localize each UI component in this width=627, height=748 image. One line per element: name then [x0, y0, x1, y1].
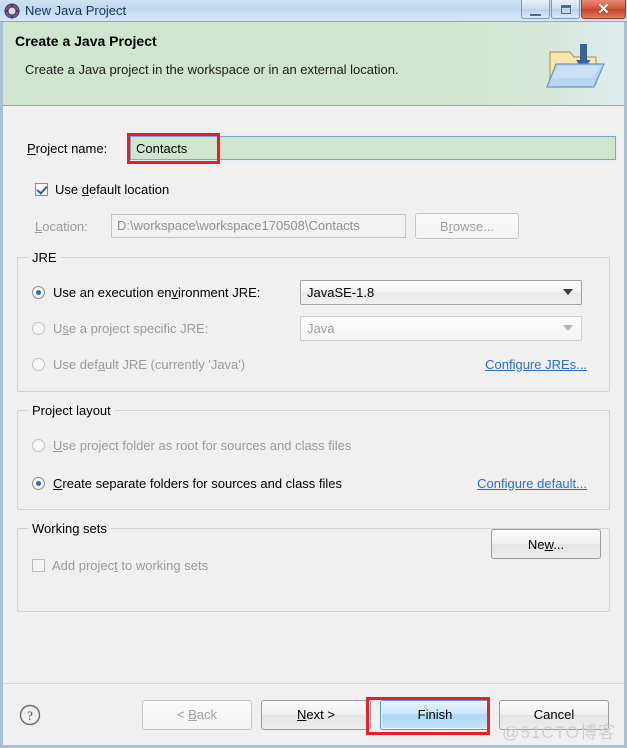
back-button[interactable]: < Back	[142, 699, 252, 730]
project-name-row: Project name:	[17, 133, 617, 164]
jre-project-specific-row[interactable]: Use a project specific JRE: Java	[32, 315, 595, 341]
jre-group-title: JRE	[28, 250, 61, 265]
configure-jres-link[interactable]: Configure JREs...	[485, 357, 587, 372]
jre-project-specific-label: Use a project specific JRE:	[53, 320, 209, 336]
working-sets-group-body: Add project to working sets New...	[18, 529, 609, 589]
chevron-down-icon	[563, 325, 573, 331]
project-layout-group-body: Use project folder as root for sources a…	[18, 411, 609, 507]
configure-default-link[interactable]: Configure default...	[477, 476, 587, 491]
project-name-input[interactable]	[129, 135, 617, 161]
project-specific-jre-combo[interactable]: Java	[300, 315, 582, 341]
browse-button-label: Browse...	[439, 218, 495, 234]
chevron-down-icon	[563, 289, 573, 295]
next-button[interactable]: Next >	[261, 699, 371, 730]
wizard-content: Project name: Use default location Locat…	[3, 106, 624, 683]
maximize-button[interactable]	[551, 0, 580, 19]
add-to-working-sets-label: Add project to working sets	[52, 557, 209, 573]
jre-group: JRE Use an execution environment JRE: Ja…	[17, 250, 610, 392]
jre-default-row[interactable]: Use default JRE (currently 'Java') Confi…	[32, 352, 595, 376]
project-layout-group-title: Project layout	[28, 403, 115, 418]
jre-execution-env-row[interactable]: Use an execution environment JRE: JavaSE…	[32, 279, 595, 305]
working-sets-group: Working sets Add project to working sets…	[17, 521, 610, 612]
close-button[interactable]: ✕	[581, 0, 626, 19]
window-controls: ✕	[520, 0, 626, 19]
watermark-text: @51CTO博客	[502, 723, 616, 742]
execution-environment-combo-value: JavaSE-1.8	[307, 284, 375, 300]
project-name-label: Project name:	[27, 141, 108, 156]
layout-separate-folders-radio[interactable]	[32, 476, 45, 490]
dialog-body: Create a Java Project Create a Java proj…	[0, 22, 627, 748]
new-working-set-button[interactable]: New...	[491, 529, 601, 559]
back-button-label: < Back	[176, 707, 218, 722]
project-layout-group: Project layout Use project folder as roo…	[17, 403, 610, 510]
jre-group-body: Use an execution environment JRE: JavaSE…	[18, 258, 609, 388]
maximize-icon	[560, 4, 571, 14]
location-input[interactable]: D:\workspace\workspace170508\Contacts	[111, 214, 406, 238]
add-to-working-sets-checkbox[interactable]	[32, 558, 45, 572]
use-default-location-row[interactable]: Use default location	[35, 182, 610, 197]
wizard-header-title: Create a Java Project	[15, 33, 157, 49]
minimize-button[interactable]	[521, 0, 550, 19]
dialog-button-bar: ? < Back Next > Finish Cancel @51CTO博客	[3, 683, 624, 745]
project-specific-jre-combo-value: Java	[307, 320, 335, 336]
use-default-location-label: Use default location	[55, 182, 170, 197]
wizard-header: Create a Java Project Create a Java proj…	[3, 22, 624, 106]
layout-project-folder-row[interactable]: Use project folder as root for sources a…	[32, 433, 595, 457]
help-question-mark-icon[interactable]: ?	[19, 704, 41, 726]
execution-environment-combo[interactable]: JavaSE-1.8	[300, 279, 582, 305]
title-bar: New Java Project ✕	[0, 0, 627, 22]
jre-default-label: Use default JRE (currently 'Java')	[53, 356, 246, 372]
window-title: New Java Project	[25, 3, 127, 18]
layout-project-folder-label: Use project folder as root for sources a…	[53, 437, 352, 453]
jre-execution-env-radio[interactable]	[32, 285, 45, 299]
location-label: Location:	[35, 218, 88, 234]
wizard-header-subtitle: Create a Java project in the workspace o…	[25, 62, 399, 77]
next-button-label: Next >	[297, 707, 335, 722]
jre-execution-env-label: Use an execution environment JRE:	[53, 284, 261, 300]
browse-button[interactable]: Browse...	[415, 213, 519, 239]
layout-project-folder-radio[interactable]	[32, 438, 45, 452]
finish-button[interactable]: Finish	[380, 699, 490, 730]
java-project-folder-icon	[546, 40, 608, 94]
new-working-set-button-label: New...	[527, 536, 565, 552]
jre-project-specific-radio[interactable]	[32, 321, 45, 335]
layout-separate-folders-label: Create separate folders for sources and …	[53, 475, 343, 491]
use-default-location-checkbox[interactable]	[35, 183, 48, 196]
layout-separate-folders-row[interactable]: Create separate folders for sources and …	[32, 471, 595, 495]
eclipse-wizard-icon	[4, 3, 20, 19]
minimize-icon	[530, 6, 541, 16]
finish-button-label: Finish	[417, 707, 453, 722]
new-java-project-dialog-window: New Java Project ✕ Create a Java Project…	[0, 0, 627, 748]
location-row: Location: D:\workspace\workspace170508\C…	[35, 213, 610, 239]
svg-text:?: ?	[27, 708, 33, 723]
close-icon: ✕	[597, 0, 610, 18]
jre-default-radio[interactable]	[32, 357, 45, 371]
